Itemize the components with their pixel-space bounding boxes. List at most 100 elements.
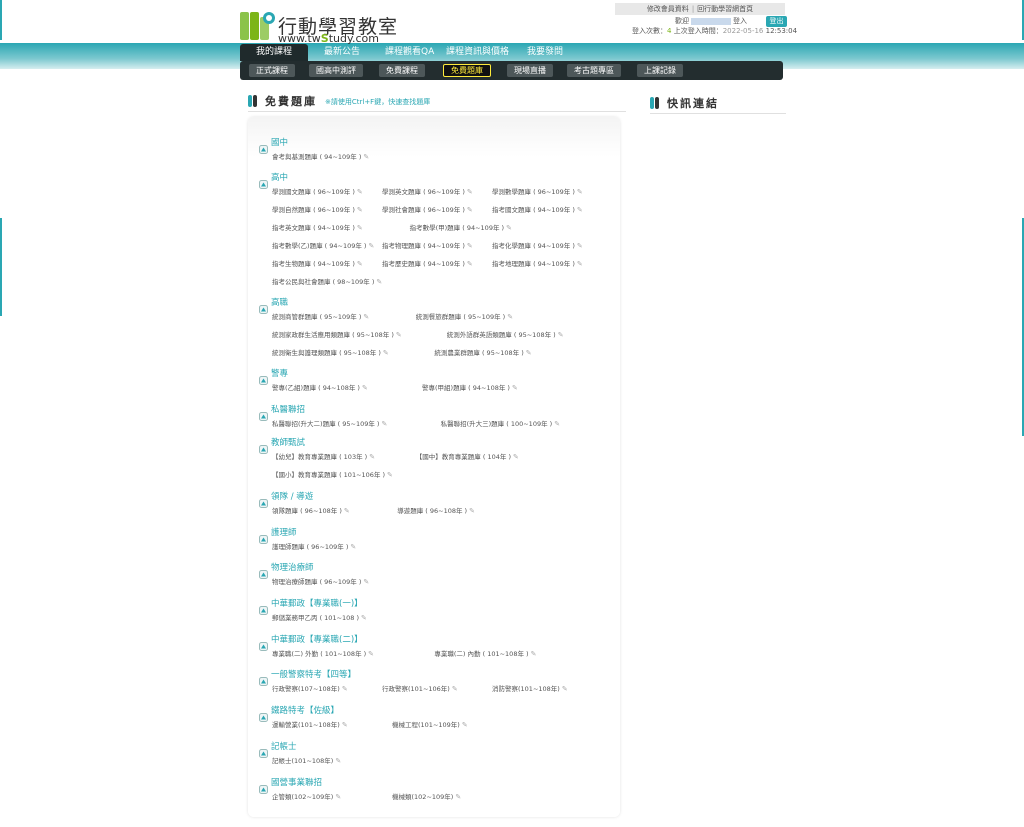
question-bank-link[interactable]: 警專(甲組)題庫 ( 94~108年 ) ✎ — [422, 383, 518, 394]
question-bank-link[interactable]: 指考國文題庫 ( 94~109年 ) ✎ — [492, 205, 583, 216]
category-title[interactable]: 一般警察特考【四等】 — [271, 670, 356, 681]
category-title[interactable]: 高中 — [271, 173, 288, 184]
sub-nav-item-active[interactable]: 免費題庫 — [443, 64, 491, 77]
question-bank-link[interactable]: 【國小】教育專業題庫 ( 101~106年 ) ✎ — [272, 470, 393, 481]
category-title[interactable]: 中華郵政【專業職(二)】 — [271, 635, 363, 646]
pencil-icon: ✎ — [341, 721, 348, 729]
question-bank-link[interactable]: 企管類(102~109年) ✎ — [272, 792, 341, 803]
question-bank-link[interactable]: 指考英文題庫 ( 94~109年 ) ✎ — [272, 223, 363, 234]
question-bank-link[interactable]: 學測自然題庫 ( 96~109年 ) ✎ — [272, 205, 363, 216]
question-bank-link[interactable]: 導遊題庫 ( 96~108年 ) ✎ — [397, 506, 475, 517]
question-bank-link[interactable]: 指考化學題庫 ( 94~109年 ) ✎ — [492, 241, 583, 252]
pencil-icon: ✎ — [506, 224, 512, 232]
category-title[interactable]: 護理師 — [271, 528, 297, 539]
sub-nav-item[interactable]: 考古題專區 — [567, 64, 621, 77]
question-bank-label: 私醫聯招(升大三)題庫 ( 100~109年 ) — [440, 420, 553, 428]
sub-nav-item[interactable]: 國高中測評 — [309, 64, 363, 77]
question-bank-link[interactable]: 警專(乙組)題庫 ( 94~108年 ) ✎ — [272, 383, 368, 394]
question-bank-link[interactable]: 統測衛生與護理類題庫 ( 95~108年 ) ✎ — [272, 348, 389, 359]
site-logo[interactable]: 行動學習教室 www.twStudy.com — [239, 9, 397, 45]
sub-nav-item[interactable]: 現場直播 — [507, 64, 553, 77]
main-nav-item[interactable]: 最新公告 — [324, 44, 360, 61]
question-bank-link[interactable]: 統測商管群題庫 ( 95~109年 ) ✎ — [272, 312, 369, 323]
question-bank-link[interactable]: 指考物理題庫 ( 94~109年 ) ✎ — [382, 241, 473, 252]
question-bank-link[interactable]: 統測餐旅群題庫 ( 95~109年 ) ✎ — [416, 312, 513, 323]
question-bank-link[interactable]: 學測數學題庫 ( 96~109年 ) ✎ — [492, 187, 583, 198]
question-bank-link[interactable]: 郵儲業務甲乙丙 ( 101~108 ) ✎ — [272, 613, 367, 624]
category-expand-icon[interactable] — [259, 370, 268, 385]
category-title[interactable]: 鐵路特考【佐級】 — [271, 706, 339, 717]
question-bank-link[interactable]: 消防警察(101~108年) ✎ — [492, 684, 568, 695]
question-bank-link[interactable]: 【國中】教育專業題庫 ( 104年 ) ✎ — [416, 452, 519, 463]
question-bank-link[interactable]: 指考公民與社會題庫 ( 98~109年 ) ✎ — [272, 277, 382, 288]
question-bank-link[interactable]: 私醫聯招(升大二)題庫 ( 95~109年 ) ✎ — [272, 419, 387, 430]
category-title[interactable]: 記帳士 — [271, 742, 297, 753]
sub-nav-item[interactable]: 正式課程 — [249, 64, 295, 77]
category-title[interactable]: 國中 — [271, 138, 288, 149]
category-expand-icon[interactable] — [259, 139, 268, 154]
question-bank-link[interactable]: 會考與基測題庫 ( 94~109年 ) ✎ — [272, 152, 369, 163]
edit-profile-link[interactable]: 修改會員資料 — [647, 5, 689, 13]
question-bank-link[interactable]: 統測外語群英語類題庫 ( 95~108年 ) ✎ — [447, 330, 564, 341]
category-title[interactable]: 高職 — [271, 298, 288, 309]
category-title[interactable]: 領隊 / 導遊 — [271, 492, 313, 503]
category-expand-icon[interactable] — [259, 671, 268, 686]
question-bank-label: 指考數學(乙)題庫 ( 94~109年 ) — [272, 242, 367, 250]
category-title[interactable]: 國營事業聯招 — [271, 778, 322, 789]
question-bank-link[interactable]: 護理師題庫 ( 96~109年 ) ✎ — [272, 542, 356, 553]
question-bank-link[interactable]: 學測社會題庫 ( 96~109年 ) ✎ — [382, 205, 473, 216]
main-nav-item[interactable]: 課程觀看QA — [385, 44, 434, 61]
question-bank-link[interactable]: 學測英文題庫 ( 96~109年 ) ✎ — [382, 187, 473, 198]
pencil-icon: ✎ — [369, 453, 376, 461]
category-expand-icon[interactable] — [259, 439, 268, 454]
question-bank-link[interactable]: 指考地理題庫 ( 94~109年 ) ✎ — [492, 259, 583, 270]
question-bank-label: 記帳士(101~108年) — [272, 757, 334, 765]
question-bank-link[interactable]: 指考生物題庫 ( 94~109年 ) ✎ — [272, 259, 363, 270]
category-title[interactable]: 私醫聯招 — [271, 405, 305, 416]
question-bank-link[interactable]: 統測家政群生活應用類題庫 ( 95~108年 ) ✎ — [272, 330, 402, 341]
category-expand-icon[interactable] — [259, 779, 268, 794]
question-bank-link[interactable]: 行政警察(101~106年) ✎ — [382, 684, 458, 695]
question-bank-link[interactable]: 指考數學(乙)題庫 ( 94~109年 ) ✎ — [272, 241, 374, 252]
main-nav-item[interactable]: 我要發問 — [527, 44, 563, 61]
question-bank-link[interactable]: 領隊題庫 ( 96~108年 ) ✎ — [272, 506, 350, 517]
pencil-icon: ✎ — [554, 420, 561, 428]
category-expand-icon[interactable] — [259, 299, 268, 314]
question-bank-link[interactable]: 學測國文題庫 ( 96~109年 ) ✎ — [272, 187, 363, 198]
question-bank-link[interactable]: 指考數學(甲)題庫 ( 94~109年 ) ✎ — [410, 223, 512, 234]
category-expand-icon[interactable] — [259, 743, 268, 758]
category-expand-icon[interactable] — [259, 406, 268, 421]
category-title[interactable]: 物理治療師 — [271, 563, 314, 574]
question-bank-link[interactable]: 運輸營業(101~108年) ✎ — [272, 720, 348, 731]
question-bank-link[interactable]: 私醫聯招(升大三)題庫 ( 100~109年 ) ✎ — [441, 419, 560, 430]
question-bank-link[interactable]: 統測農業群題庫 ( 95~108年 ) ✎ — [434, 348, 531, 359]
question-bank-link[interactable]: 專業職(二) 外勤 ( 101~108年 ) ✎ — [272, 649, 374, 660]
question-bank-link[interactable]: 專業職(二) 內勤 ( 101~108年 ) ✎ — [434, 649, 536, 660]
question-bank-link[interactable]: 行政警察(107~108年) ✎ — [272, 684, 348, 695]
category-expand-icon[interactable] — [259, 493, 268, 508]
homepage-link[interactable]: 回行動學習網首頁 — [697, 5, 753, 13]
main-nav-item[interactable]: 我的課程 — [240, 44, 309, 61]
question-bank-link[interactable]: 機械工程(101~109年) ✎ — [392, 720, 468, 731]
pencil-icon: ✎ — [382, 349, 389, 357]
pencil-icon: ✎ — [356, 260, 363, 268]
sub-nav-item[interactable]: 上課記錄 — [637, 64, 683, 77]
category-expand-icon[interactable] — [259, 636, 268, 651]
question-bank-link[interactable]: 物理治療師題庫 ( 96~109年 ) ✎ — [272, 577, 369, 588]
category-expand-icon[interactable] — [259, 707, 268, 722]
question-bank-link[interactable]: 指考歷史題庫 ( 94~109年 ) ✎ — [382, 259, 473, 270]
logout-button[interactable]: 登出 — [766, 16, 787, 27]
category-title[interactable]: 教師甄試 — [271, 438, 305, 449]
sub-nav-item[interactable]: 免費課程 — [379, 64, 425, 77]
question-bank-link[interactable]: 記帳士(101~108年) ✎ — [272, 756, 341, 767]
category-expand-icon[interactable] — [259, 600, 268, 615]
question-bank-link[interactable]: 機械類(102~109年) ✎ — [392, 792, 461, 803]
category-title[interactable]: 中華郵政【專業職(一)】 — [271, 599, 363, 610]
category-title[interactable]: 警專 — [271, 369, 288, 380]
section-bar-icon — [650, 97, 660, 109]
category-expand-icon[interactable] — [259, 174, 268, 189]
category-expand-icon[interactable] — [259, 564, 268, 579]
main-nav-item[interactable]: 課程資訊與價格 — [446, 44, 509, 61]
question-bank-link[interactable]: 【幼兒】教育專業題庫 ( 103年 ) ✎ — [272, 452, 375, 463]
category-expand-icon[interactable] — [259, 529, 268, 544]
